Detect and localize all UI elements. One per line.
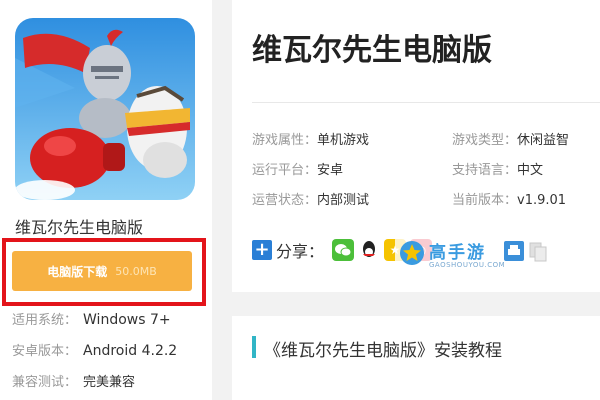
section-bar (252, 336, 256, 358)
download-size: 50.0MB (115, 264, 157, 278)
meta-compat-label: 兼容测试： (12, 375, 78, 390)
tutorial-title[interactable]: 《维瓦尔先生电脑版》安装教程 (264, 336, 502, 361)
info-status-value: 内部测试 (317, 193, 370, 208)
app-name: 维瓦尔先生电脑版 (15, 218, 144, 237)
watermark-logo-icon (400, 241, 424, 265)
watermark-subtext: GAOSHOUYOU.COM (429, 261, 506, 269)
info-language-label: 支持语言： (452, 163, 518, 178)
qq-icon[interactable] (358, 239, 381, 261)
info-game-type-label: 游戏类型： (452, 133, 518, 148)
app-sidebar-card: 维瓦尔先生电脑版 电脑版下载 50.0MB 适用系统： Windows 7+ 安卓… (0, 0, 212, 400)
info-game-type-value: 休闲益智 (517, 133, 570, 148)
meta-os-label: 适用系统： (12, 313, 78, 328)
info-language: 支持语言：中文 (452, 159, 543, 178)
divider (252, 102, 600, 103)
info-version: 当前版本：v1.9.01 (452, 189, 566, 208)
share-label: 分享： (276, 242, 325, 261)
wechat-icon[interactable] (332, 239, 355, 261)
watermark-text: 高手游 (429, 243, 486, 263)
print-icon[interactable] (504, 241, 524, 261)
info-game-attr: 游戏属性：单机游戏 (252, 129, 369, 148)
info-platform: 运行平台：安卓 (252, 159, 343, 178)
pc-download-button[interactable]: 电脑版下载 50.0MB (12, 251, 192, 291)
download-label: 电脑版下载 (47, 264, 108, 279)
info-game-attr-value: 单机游戏 (317, 133, 370, 148)
copy-icon[interactable] (528, 241, 548, 263)
meta-android: 安卓版本： Android 4.2.2 (12, 340, 177, 359)
site-watermark: 高手游 GAOSHOUYOU.COM (395, 236, 505, 274)
tutorial-card: 《维瓦尔先生电脑版》安装教程 (232, 316, 600, 400)
meta-os-value: Windows 7+ (83, 312, 171, 328)
info-platform-label: 运行平台： (252, 163, 318, 178)
info-version-value: v1.9.01 (517, 193, 567, 208)
app-icon[interactable] (15, 18, 195, 200)
info-version-label: 当前版本： (452, 193, 518, 208)
info-status-label: 运营状态： (252, 193, 318, 208)
meta-compat-value: 完美兼容 (83, 375, 136, 390)
info-language-value: 中文 (517, 163, 544, 178)
meta-android-value: Android 4.2.2 (83, 343, 178, 359)
info-game-type: 游戏类型：休闲益智 (452, 129, 569, 148)
info-game-attr-label: 游戏属性： (252, 133, 318, 148)
meta-compat: 兼容测试： 完美兼容 (12, 371, 135, 390)
page-title: 维瓦尔先生电脑版 (252, 33, 492, 68)
meta-os: 适用系统： Windows 7+ (12, 309, 171, 328)
info-platform-value: 安卓 (317, 163, 344, 178)
plus-icon[interactable]: + (252, 240, 272, 260)
meta-android-label: 安卓版本： (12, 344, 78, 359)
info-status: 运营状态：内部测试 (252, 189, 369, 208)
